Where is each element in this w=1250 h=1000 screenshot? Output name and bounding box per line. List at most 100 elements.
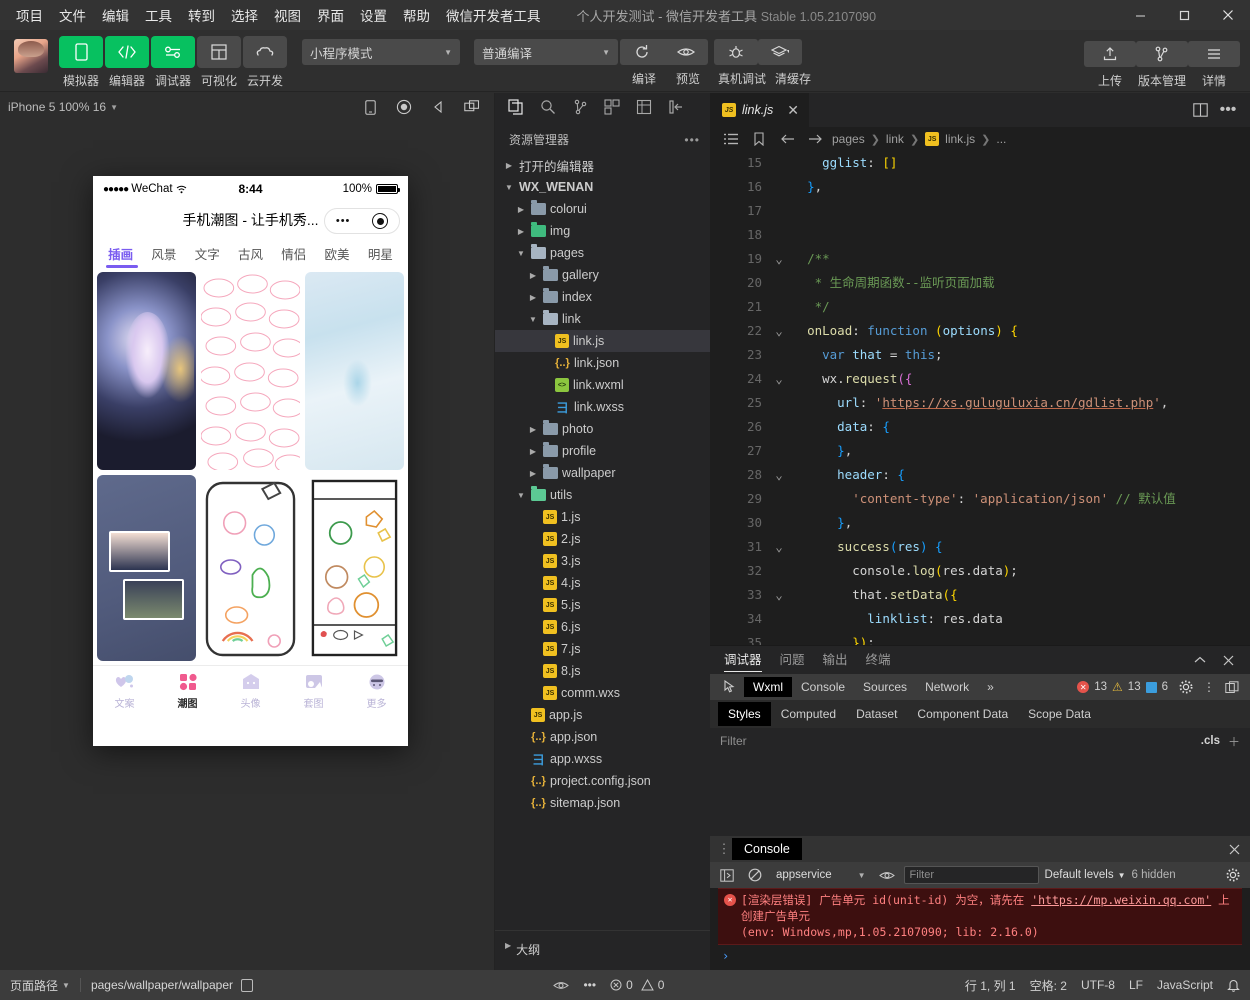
inspect-element-icon[interactable] bbox=[718, 677, 744, 697]
tabbar-item-wenan[interactable]: 文案 bbox=[93, 672, 156, 710]
console-error-message[interactable]: ✕ [渲染层错误] 广告单元 id(unit-id) 为空，请先在 'https… bbox=[718, 888, 1242, 945]
devtools-tab-wxml[interactable]: Wxml bbox=[744, 677, 792, 697]
gallery-item[interactable] bbox=[97, 272, 196, 470]
indent-setting[interactable]: 空格: 2 bbox=[1030, 977, 1067, 994]
cls-button[interactable]: .cls bbox=[1201, 735, 1220, 747]
search-icon[interactable] bbox=[533, 95, 563, 119]
styles-tab-computed[interactable]: Computed bbox=[771, 702, 846, 726]
phone-tab-1[interactable]: 风景 bbox=[142, 244, 185, 263]
menu-item-view[interactable]: 视图 bbox=[266, 1, 309, 29]
component-icon[interactable] bbox=[629, 95, 659, 119]
breadcrumb-file[interactable]: link.js bbox=[945, 132, 975, 146]
console-context-select[interactable]: appservice ▼ bbox=[772, 869, 870, 881]
phone-tab-2[interactable]: 文字 bbox=[186, 244, 229, 263]
drag-handle-icon[interactable]: ⋮ bbox=[716, 842, 732, 855]
console-sidebar-icon[interactable] bbox=[716, 865, 738, 885]
gallery-item[interactable] bbox=[305, 475, 404, 661]
menu-item-ui[interactable]: 界面 bbox=[309, 1, 352, 29]
clear-cache-button[interactable]: ▾ bbox=[758, 36, 802, 65]
files-icon[interactable] bbox=[501, 95, 531, 119]
extensions-icon[interactable] bbox=[597, 95, 627, 119]
devtools-tab-sources[interactable]: Sources bbox=[854, 677, 916, 697]
phone-tab-6[interactable]: 明星 bbox=[359, 244, 402, 263]
tabbar-item-more[interactable]: 更多 bbox=[345, 672, 408, 710]
menu-item-goto[interactable]: 转到 bbox=[180, 1, 223, 29]
clear-console-icon[interactable] bbox=[744, 865, 766, 885]
code-editor[interactable]: 15 16 17 18 19 20 21 22 23 24 25 26 27 2… bbox=[710, 151, 1250, 645]
device-debug-button[interactable] bbox=[714, 36, 758, 65]
devtools-tab-overflow[interactable]: » bbox=[978, 677, 1003, 697]
tree-file[interactable]: {..} project.config.json bbox=[495, 770, 710, 792]
eol-setting[interactable]: LF bbox=[1129, 978, 1143, 992]
copy-path-icon[interactable] bbox=[241, 978, 254, 992]
tree-file[interactable]: JS 3.js bbox=[495, 550, 710, 572]
outline-list-icon[interactable] bbox=[720, 129, 742, 149]
volume-icon[interactable] bbox=[424, 96, 452, 118]
tree-folder[interactable]: ▶ gallery bbox=[495, 264, 710, 286]
tree-folder[interactable]: ▶ profile bbox=[495, 440, 710, 462]
tree-file[interactable]: JS app.js bbox=[495, 704, 710, 726]
console-body[interactable]: ✕ [渲染层错误] 广告单元 id(unit-id) 为空，请先在 'https… bbox=[710, 888, 1250, 970]
visual-toggle-button[interactable]: 可视化 bbox=[196, 36, 242, 89]
gallery-item[interactable] bbox=[97, 475, 196, 661]
tree-file[interactable]: JS link.js bbox=[495, 330, 710, 352]
tree-file[interactable]: JS 5.js bbox=[495, 594, 710, 616]
menu-item-help[interactable]: 帮助 bbox=[395, 1, 438, 29]
add-rule-icon[interactable]: ＋ bbox=[1228, 733, 1240, 750]
tabbar-item-chaotu[interactable]: 潮图 bbox=[156, 672, 219, 710]
console-tab[interactable]: Console bbox=[732, 838, 802, 860]
close-button[interactable] bbox=[1206, 0, 1250, 30]
record-icon[interactable] bbox=[390, 96, 418, 118]
status-more-icon[interactable]: ••• bbox=[583, 978, 596, 992]
maximize-button[interactable] bbox=[1162, 0, 1206, 30]
avatar[interactable] bbox=[14, 39, 48, 73]
phone-tab-4[interactable]: 情侣 bbox=[272, 244, 315, 263]
tree-file[interactable]: 彐 app.wxss bbox=[495, 748, 710, 770]
gallery-item[interactable] bbox=[305, 272, 404, 470]
tree-file[interactable]: JS 6.js bbox=[495, 616, 710, 638]
upload-button[interactable]: 上传 bbox=[1084, 38, 1136, 89]
gear-icon[interactable] bbox=[1176, 677, 1196, 697]
kebab-menu-icon[interactable]: ⋮ bbox=[1199, 677, 1219, 697]
tabbar-item-touxiang[interactable]: 头像 bbox=[219, 672, 282, 710]
phone-tab-3[interactable]: 古风 bbox=[229, 244, 272, 263]
device-select-value[interactable]: iPhone 5 100% 16 bbox=[8, 100, 106, 114]
preview-eye-icon[interactable] bbox=[553, 980, 570, 991]
minimize-button[interactable] bbox=[1118, 0, 1162, 30]
back-icon[interactable] bbox=[776, 129, 798, 149]
cursor-position[interactable]: 行 1, 列 1 bbox=[965, 977, 1016, 994]
tree-folder[interactable]: ▼ pages bbox=[495, 242, 710, 264]
panel-tab-output[interactable]: 输出 bbox=[823, 649, 848, 671]
dock-panel-icon[interactable] bbox=[1222, 677, 1242, 697]
phone-tab-5[interactable]: 欧美 bbox=[315, 244, 358, 263]
tree-open-editors[interactable]: ▶ 打开的编辑器 bbox=[495, 154, 710, 176]
menu-item-select[interactable]: 选择 bbox=[223, 1, 266, 29]
explorer-more-icon[interactable]: ••• bbox=[684, 133, 700, 147]
tree-file[interactable]: JS 2.js bbox=[495, 528, 710, 550]
tree-file[interactable]: {..} app.json bbox=[495, 726, 710, 748]
import-icon[interactable] bbox=[661, 95, 691, 119]
phone-capsule-buttons[interactable]: ••• bbox=[324, 208, 400, 234]
editor-toggle-button[interactable]: 编辑器 bbox=[104, 36, 150, 89]
menu-item-tools[interactable]: 工具 bbox=[137, 1, 180, 29]
tree-folder[interactable]: ▶ index bbox=[495, 286, 710, 308]
editor-more-icon[interactable]: ••• bbox=[1216, 98, 1240, 122]
tree-file[interactable]: JS 1.js bbox=[495, 506, 710, 528]
breadcrumb-link[interactable]: link bbox=[886, 132, 904, 146]
tree-file[interactable]: <> link.wxml bbox=[495, 374, 710, 396]
console-settings-icon[interactable] bbox=[1222, 865, 1244, 885]
mode-select[interactable]: 小程序模式 ▼ bbox=[302, 39, 460, 65]
panel-tab-debugger[interactable]: 调试器 bbox=[724, 649, 762, 672]
menu-item-edit[interactable]: 编辑 bbox=[94, 1, 137, 29]
live-expression-icon[interactable] bbox=[876, 865, 898, 885]
tree-file[interactable]: 彐 link.wxss bbox=[495, 396, 710, 418]
version-mgmt-button[interactable]: 版本管理 bbox=[1136, 38, 1188, 89]
status-error-count[interactable]: 0 bbox=[610, 978, 633, 992]
console-prompt[interactable]: › bbox=[710, 945, 1250, 967]
encoding-setting[interactable]: UTF-8 bbox=[1081, 978, 1115, 992]
capsule-close-icon[interactable] bbox=[372, 213, 389, 229]
status-warning-count[interactable]: 0 bbox=[640, 978, 664, 992]
split-editor-icon[interactable] bbox=[1188, 98, 1212, 122]
panel-tab-problems[interactable]: 问题 bbox=[780, 649, 805, 671]
page-path-select[interactable]: 页面路径 ▼ bbox=[10, 977, 70, 994]
